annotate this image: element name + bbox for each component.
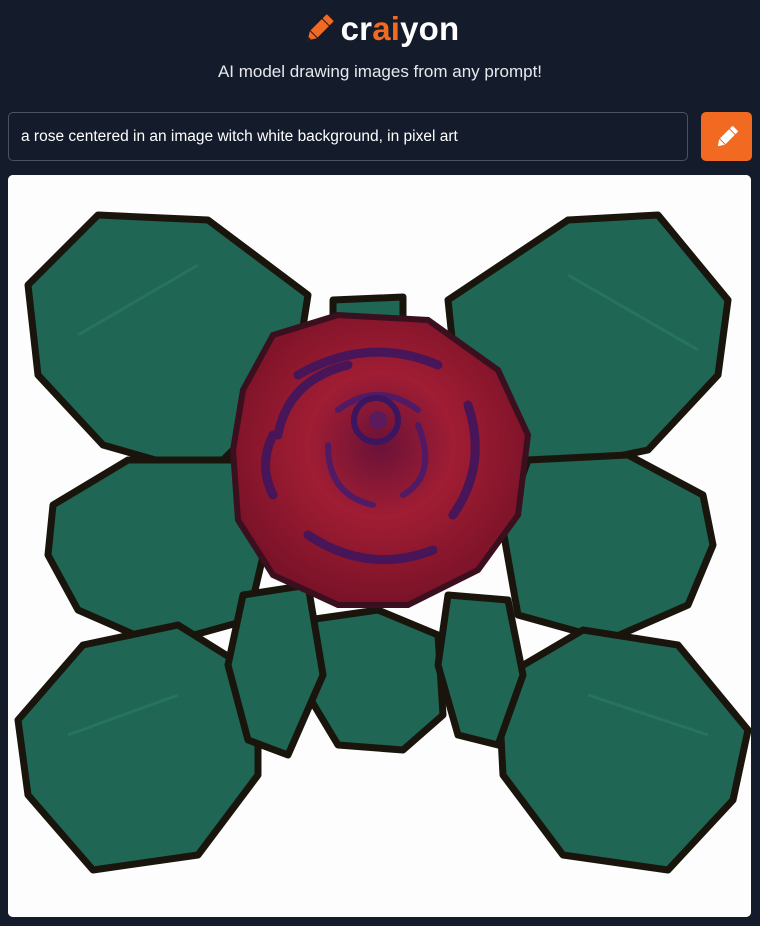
generated-image[interactable] bbox=[8, 175, 751, 917]
tagline: AI model drawing images from any prompt! bbox=[217, 62, 543, 81]
draw-button[interactable] bbox=[701, 112, 752, 161]
prompt-input[interactable] bbox=[8, 112, 688, 161]
rose-illustration bbox=[8, 175, 751, 917]
pencil-icon bbox=[307, 14, 334, 41]
header: craiyon bbox=[0, 10, 760, 48]
logo-wordmark[interactable]: craiyon bbox=[341, 10, 460, 48]
pencil-icon bbox=[717, 125, 738, 146]
